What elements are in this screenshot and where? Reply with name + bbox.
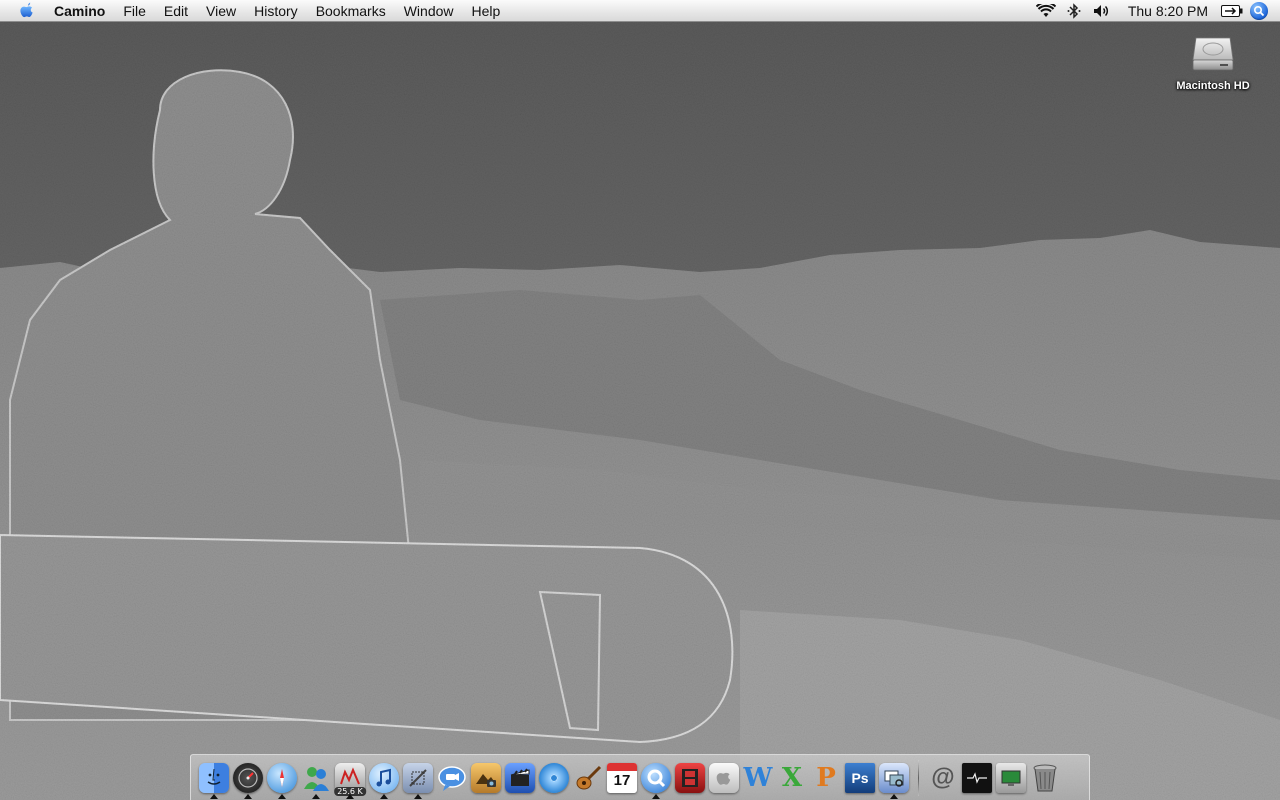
iphoto-icon xyxy=(471,762,501,793)
itunes-note-icon xyxy=(369,762,399,793)
desktop-icon-macintosh-hd[interactable]: Macintosh HD xyxy=(1168,30,1258,92)
menu-view[interactable]: View xyxy=(197,0,245,22)
menu-history[interactable]: History xyxy=(245,0,307,22)
menu-window[interactable]: Window xyxy=(395,0,463,22)
dock-ical[interactable]: 17 xyxy=(605,758,639,798)
running-indicator xyxy=(652,793,660,799)
dock-itunes[interactable] xyxy=(367,758,401,799)
dock-dashboard[interactable] xyxy=(231,758,265,799)
dock-preview[interactable] xyxy=(877,758,911,799)
dock-safari[interactable] xyxy=(265,758,299,799)
desktop-folder-icon xyxy=(996,762,1026,793)
dock-word[interactable]: W xyxy=(741,758,775,798)
menu-edit[interactable]: Edit xyxy=(155,0,197,22)
idvd-disc-icon xyxy=(539,762,569,793)
dock-internet-connect[interactable]: @ xyxy=(926,758,960,798)
word-w-icon: W xyxy=(743,762,773,793)
running-indicator xyxy=(380,793,388,799)
menu-bookmarks[interactable]: Bookmarks xyxy=(307,0,395,22)
running-indicator xyxy=(346,793,354,799)
running-indicator xyxy=(890,793,898,799)
preview-photos-icon xyxy=(879,762,909,793)
hard-drive-icon xyxy=(1190,30,1236,76)
dock-quicktime[interactable] xyxy=(639,758,673,799)
dock: 25.6 K 17 W X P Ps @ xyxy=(190,754,1090,800)
desktop-screen: Camino File Edit View History Bookmarks … xyxy=(0,0,1280,800)
dock-imovie[interactable] xyxy=(503,758,537,798)
messenger-people-icon xyxy=(301,763,331,793)
desktop-icon-label: Macintosh HD xyxy=(1176,80,1250,92)
dock-mail[interactable] xyxy=(401,758,435,799)
running-indicator xyxy=(414,793,422,799)
dock-divider xyxy=(918,759,919,796)
bluetooth-icon[interactable] xyxy=(1060,0,1088,22)
console-monitor-icon xyxy=(962,762,992,793)
dock-desktop-folder[interactable] xyxy=(994,758,1028,798)
excel-x-icon: X xyxy=(781,762,803,793)
mail-stamp-icon xyxy=(403,762,433,793)
battery-icon[interactable] xyxy=(1218,0,1246,22)
dock-idvd[interactable] xyxy=(537,758,571,798)
quicktime-q-icon xyxy=(641,762,671,793)
dock-photoshop[interactable]: Ps xyxy=(843,758,877,798)
running-indicator xyxy=(244,793,252,799)
apple-menu-icon[interactable] xyxy=(16,1,38,21)
menu-file[interactable]: File xyxy=(114,0,155,22)
ical-date: 17 xyxy=(613,771,631,789)
dock-iphoto[interactable] xyxy=(469,758,503,798)
menu-extras: Thu 8:20 PM xyxy=(1032,0,1280,22)
dock-dvd-player[interactable] xyxy=(673,758,707,798)
at-sign-icon: @ xyxy=(931,763,955,791)
imovie-clapper-icon xyxy=(505,762,535,793)
running-indicator xyxy=(312,793,320,799)
desktop-wallpaper xyxy=(0,0,1280,800)
trash-icon xyxy=(1030,763,1060,793)
dock-garageband[interactable] xyxy=(571,758,605,798)
menu-bar: Camino File Edit View History Bookmarks … xyxy=(0,0,1280,22)
dock-activity-monitor[interactable]: 25.6 K xyxy=(333,758,367,799)
volume-icon[interactable] xyxy=(1088,0,1116,22)
wifi-icon[interactable] xyxy=(1032,0,1060,22)
dock-ichat[interactable] xyxy=(435,758,469,798)
dock-trash[interactable] xyxy=(1028,758,1062,798)
dock-console[interactable] xyxy=(960,758,994,798)
ichat-bubble-icon xyxy=(437,763,467,793)
powerpoint-p-icon: P xyxy=(816,762,836,793)
running-indicator xyxy=(210,793,218,799)
finder-icon xyxy=(199,762,229,793)
running-indicator xyxy=(278,793,286,799)
safari-compass-icon xyxy=(267,762,297,793)
film-strip-icon xyxy=(675,762,705,793)
spotlight-search-icon[interactable] xyxy=(1250,1,1268,20)
menu-clock[interactable]: Thu 8:20 PM xyxy=(1116,3,1218,19)
dock-powerpoint[interactable]: P xyxy=(809,758,843,798)
dock-messenger[interactable] xyxy=(299,758,333,799)
ical-calendar-icon: 17 xyxy=(607,762,637,793)
menu-help[interactable]: Help xyxy=(463,0,510,22)
dock-finder[interactable] xyxy=(197,758,231,799)
dashboard-icon xyxy=(233,762,263,793)
ical-header xyxy=(607,762,637,771)
garageband-guitar-icon xyxy=(573,763,603,793)
dock-system-profiler[interactable] xyxy=(707,758,741,798)
photoshop-ps-icon: Ps xyxy=(845,762,875,793)
dock-excel[interactable]: X xyxy=(775,758,809,798)
apple-gray-icon xyxy=(709,762,739,793)
menu-app-name[interactable]: Camino xyxy=(50,0,114,22)
